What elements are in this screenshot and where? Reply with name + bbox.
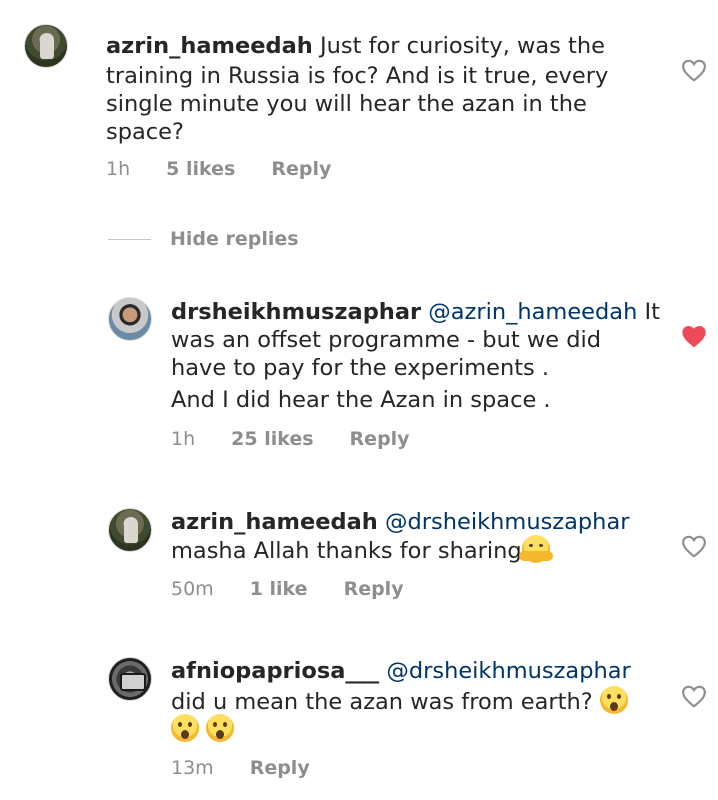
comment-username[interactable]: azrin_hameedah xyxy=(106,33,313,59)
reply-time: 13m xyxy=(171,757,214,779)
comment-text-line: space? xyxy=(106,119,184,145)
reply-username[interactable]: drsheikhmuszaphar xyxy=(171,299,421,325)
heart-outline-icon[interactable] xyxy=(681,534,707,558)
reply-time: 1h xyxy=(171,428,196,450)
hide-replies-label[interactable]: Hide replies xyxy=(170,228,299,250)
reply-button[interactable]: Reply xyxy=(250,757,310,779)
surprised-face-emoji xyxy=(206,714,235,742)
reply-username[interactable]: afniopapriosa___ xyxy=(171,658,379,684)
hide-replies-button[interactable]: Hide replies xyxy=(108,228,299,250)
reply-text: did u mean the azan was from earth? xyxy=(171,689,593,715)
comment-text-line: Just for curiosity, was the xyxy=(320,33,605,59)
heart-outline-icon[interactable] xyxy=(681,58,707,82)
reply-time: 50m xyxy=(171,578,214,600)
reply-button[interactable]: Reply xyxy=(271,158,331,180)
comment-time: 1h xyxy=(106,158,131,180)
mention-link[interactable]: @drsheikhmuszaphar xyxy=(386,658,630,684)
reply-text-line: did u mean the azan was from earth? xyxy=(171,686,628,717)
reply-username[interactable]: azrin_hameedah xyxy=(171,509,378,535)
reply-button[interactable]: Reply xyxy=(344,578,404,600)
reply-body: azrin_hameedah @drsheikhmuszaphar xyxy=(171,507,629,537)
heart-outline-icon[interactable] xyxy=(681,684,707,708)
hugging-face-emoji xyxy=(518,535,553,563)
surprised-face-emoji xyxy=(599,686,628,714)
reply-button[interactable]: Reply xyxy=(350,428,410,450)
reply-text-line: have to pay for the experiments . xyxy=(171,355,550,381)
mention-link[interactable]: @azrin_hameedah xyxy=(428,299,637,325)
reply-text-line: masha Allah thanks for sharing xyxy=(171,535,553,566)
reply-text-line: And I did hear the Azan in space . xyxy=(171,387,551,413)
reply-emoji-line xyxy=(171,714,235,745)
avatar[interactable] xyxy=(108,657,152,701)
reply-body: afniopapriosa___ @drsheikhmuszaphar xyxy=(171,656,631,686)
avatar[interactable] xyxy=(24,24,68,68)
likes-count[interactable]: 5 likes xyxy=(166,158,235,180)
reply-meta: 50m 1 like Reply xyxy=(171,578,404,600)
reply-meta: 1h 25 likes Reply xyxy=(171,428,410,450)
comment-body: azrin_hameedah Just for curiosity, was t… xyxy=(106,31,605,61)
reply-text-line: It xyxy=(644,299,660,325)
avatar[interactable] xyxy=(108,297,152,341)
comment-text-line: single minute you will hear the azan in … xyxy=(106,91,587,117)
reply-body: drsheikhmuszaphar @azrin_hameedah It xyxy=(171,297,660,327)
avatar[interactable] xyxy=(108,508,152,552)
heart-filled-icon[interactable] xyxy=(681,324,707,348)
reply-meta: 13m Reply xyxy=(171,757,310,779)
surprised-face-emoji xyxy=(171,714,199,742)
comment-meta: 1h 5 likes Reply xyxy=(106,158,331,180)
likes-count[interactable]: 25 likes xyxy=(231,428,313,450)
mention-link[interactable]: @drsheikhmuszaphar xyxy=(385,509,629,535)
reply-text-line: was an offset programme - but we did xyxy=(171,327,602,353)
comment-text-line: training in Russia is foc? And is it tru… xyxy=(106,63,609,89)
likes-count[interactable]: 1 like xyxy=(250,578,308,600)
reply-text: masha Allah thanks for sharing xyxy=(171,538,522,564)
divider-line xyxy=(108,238,151,240)
